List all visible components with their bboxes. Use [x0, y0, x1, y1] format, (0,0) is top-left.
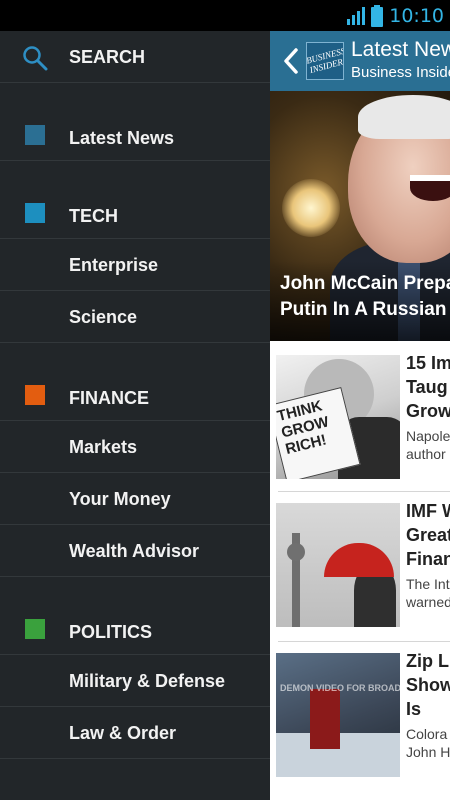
article-divider	[278, 491, 450, 492]
status-icons: 10:10	[347, 4, 444, 28]
back-chevron-icon[interactable]	[282, 47, 300, 75]
article-title-line: Grow	[406, 401, 450, 421]
drawer-item-label: Military & Defense	[69, 671, 226, 691]
search-icon	[23, 46, 48, 71]
article-title-line: Taug	[406, 377, 448, 397]
drawer-item-enterprise[interactable]: Enterprise	[0, 239, 270, 291]
action-bar-subtitle: Business Insider	[351, 64, 450, 81]
article-title-line: Zip L	[406, 651, 449, 671]
thumb-watermark: DEMON VIDEO FOR BROADCAST	[280, 683, 400, 693]
article-snippet: Napole author	[406, 427, 450, 463]
drawer-item-label: Law & Order	[69, 723, 177, 743]
drawer-item-label: Enterprise	[69, 255, 159, 275]
drawer-item-politics[interactable]: POLITICS	[0, 577, 270, 655]
hero-image-mouth	[410, 175, 450, 201]
article-thumbnail: THINK GROW RICH!	[276, 355, 400, 479]
drawer-item-wealth-advisor[interactable]: Wealth Advisor	[0, 525, 270, 577]
drawer-item-law-order[interactable]: Law & Order	[0, 707, 270, 759]
drawer-item-next-section[interactable]	[0, 759, 270, 800]
article-title-line: IMF W	[406, 501, 450, 521]
hero-image-hair	[358, 95, 450, 139]
article-card[interactable]: THINK GROW RICH! 15 Im Taug Grow Napole …	[270, 343, 450, 493]
article-card[interactable]: DEMON VIDEO FOR BROADCAST Zip L Show Is …	[270, 641, 450, 791]
drawer-item-your-money[interactable]: Your Money	[0, 473, 270, 525]
drawer-item-finance[interactable]: FINANCE	[0, 343, 270, 421]
hero-article[interactable]: John McCain Prepares Putin In A Russian	[270, 91, 450, 341]
section-color-swatch	[25, 619, 45, 639]
section-color-swatch	[25, 385, 45, 405]
navigation-drawer: SEARCH Latest News TECH Enterprise Scien…	[0, 31, 270, 800]
drawer-item-label: Latest News	[69, 128, 175, 148]
article-snippet: Colora John H	[406, 725, 450, 761]
action-bar-title: Latest News	[351, 38, 450, 61]
article-thumbnail: DEMON VIDEO FOR BROADCAST	[276, 653, 400, 777]
status-time: 10:10	[389, 5, 444, 27]
article-snippet-line: author	[406, 446, 446, 462]
article-title-line: Finan	[406, 549, 450, 569]
article-title-line: 15 Im	[406, 353, 450, 373]
logo-text: BUSINESS INSIDER	[306, 45, 344, 76]
thumb-tower-sphere	[287, 543, 305, 561]
drawer-item-tech[interactable]: TECH	[0, 161, 270, 239]
drawer-item-label: FINANCE	[69, 388, 149, 408]
section-color-swatch	[25, 203, 45, 223]
thumb-figure	[310, 689, 340, 749]
article-snippet-line: Colora	[406, 726, 448, 742]
article-title-line: Show	[406, 675, 450, 695]
article-title-line: Is	[406, 699, 422, 719]
thumb-text: THINK GROW RICH!	[276, 397, 331, 459]
section-color-swatch	[25, 125, 45, 145]
drawer-item-label: Wealth Advisor	[69, 541, 200, 561]
action-bar: BUSINESS INSIDER Latest News Business In…	[270, 31, 450, 91]
drawer-item-military-defense[interactable]: Military & Defense	[0, 655, 270, 707]
drawer-item-label: POLITICS	[69, 622, 153, 642]
drawer-item-label: Markets	[69, 437, 138, 457]
article-snippet: The Int warned	[406, 575, 450, 611]
hero-image-lamp	[282, 179, 340, 237]
article-title-line: Great	[406, 525, 450, 545]
drawer-item-label: TECH	[69, 206, 118, 226]
hero-title-line: John McCain Prepares	[280, 273, 450, 294]
battery-icon	[371, 5, 384, 27]
article-snippet-line: John H	[406, 744, 450, 760]
business-insider-logo[interactable]: BUSINESS INSIDER	[306, 42, 344, 80]
article-snippet-line: The Int	[406, 576, 450, 592]
article-snippet-line: warned	[406, 594, 450, 610]
signal-icon	[347, 7, 366, 25]
article-card[interactable]: IMF W Great Finan The Int warned	[270, 491, 450, 641]
hero-title-line: Putin In A Russian	[280, 299, 447, 320]
article-snippet-line: Napole	[406, 428, 450, 444]
article-thumbnail	[276, 503, 400, 627]
drawer-item-latest-news[interactable]: Latest News	[0, 83, 270, 161]
main-content: BUSINESS INSIDER Latest News Business In…	[270, 31, 450, 800]
drawer-item-science[interactable]: Science	[0, 291, 270, 343]
drawer-item-label: Science	[69, 307, 138, 327]
article-title: Zip L Show Is	[406, 649, 450, 721]
status-bar: 10:10	[0, 0, 450, 31]
drawer-search[interactable]: SEARCH	[0, 31, 270, 83]
drawer-item-markets[interactable]: Markets	[0, 421, 270, 473]
article-divider	[278, 641, 450, 642]
article-title: 15 Im Taug Grow	[406, 351, 450, 423]
drawer-search-label: SEARCH	[69, 47, 146, 67]
article-title: IMF W Great Finan	[406, 499, 450, 571]
thumb-umbrella	[324, 543, 394, 577]
drawer-item-label: Your Money	[69, 489, 171, 509]
hero-title: John McCain Prepares Putin In A Russian	[280, 271, 450, 323]
